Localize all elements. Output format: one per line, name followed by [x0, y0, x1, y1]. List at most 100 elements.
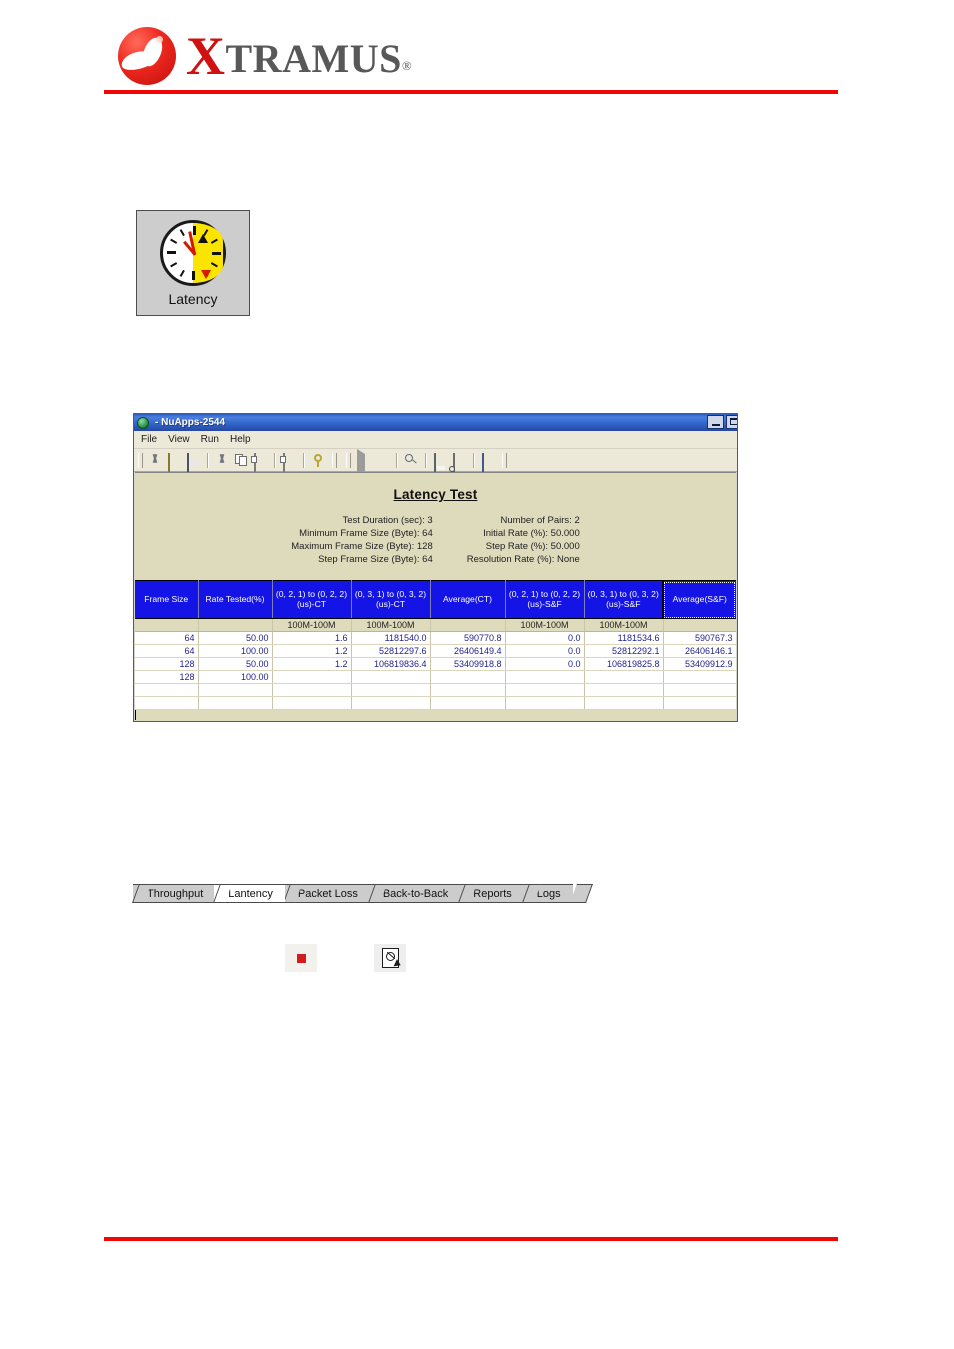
grid-cell[interactable] — [663, 683, 736, 697]
grid-cell[interactable] — [505, 696, 585, 710]
grid-cell[interactable]: 100.00 — [198, 644, 273, 658]
latency-icon-button[interactable]: Latency — [136, 210, 250, 316]
grid-cell[interactable]: 0.0 — [505, 657, 585, 671]
grid-cell[interactable] — [272, 683, 352, 697]
print-button[interactable] — [431, 451, 450, 472]
toolbar-grip[interactable] — [346, 452, 351, 468]
grid-cell[interactable] — [584, 670, 664, 684]
grid-cell[interactable]: 1.2 — [272, 657, 352, 671]
grid-cell[interactable]: 1.2 — [272, 644, 352, 658]
table-row[interactable]: 128 50.00 1.2 106819836.4 53409918.8 0.0… — [135, 657, 736, 671]
run-button[interactable] — [354, 448, 373, 476]
param-step-frame-size: Step Frame Size (Byte): 64 — [318, 554, 433, 565]
grid-cell[interactable]: 53409918.8 — [430, 657, 506, 671]
grid-cell[interactable]: 590767.3 — [663, 631, 736, 645]
grid-cell[interactable]: 26406146.1 — [663, 644, 736, 658]
minimize-button[interactable] — [707, 415, 724, 429]
grid-cell[interactable]: 52812292.1 — [584, 644, 664, 658]
grid-cell[interactable] — [272, 696, 352, 710]
grid-cell[interactable] — [584, 696, 664, 710]
menu-item-file[interactable]: File — [141, 434, 157, 445]
grid-cell[interactable]: 64 — [135, 631, 199, 645]
toolbar-grip[interactable] — [502, 452, 507, 468]
grid-header-average-snf[interactable]: Average(S&F) — [662, 580, 736, 619]
tab-logs[interactable]: Logs — [522, 884, 573, 903]
cut-button[interactable] — [213, 451, 232, 469]
menu-item-help[interactable]: Help — [230, 434, 251, 445]
tab-packet-loss[interactable]: Packet Loss — [283, 884, 370, 903]
table-row[interactable] — [135, 696, 736, 710]
grid-cell[interactable] — [198, 696, 273, 710]
grid-cell[interactable] — [351, 696, 431, 710]
grid-cell[interactable] — [135, 683, 199, 697]
help-button[interactable] — [309, 451, 328, 469]
grid-header-rate-tested[interactable]: Rate Tested(%) — [198, 580, 273, 619]
menu-item-run[interactable]: Run — [201, 434, 219, 445]
grid-cell[interactable]: 590770.8 — [430, 631, 506, 645]
grid-cell[interactable] — [663, 670, 736, 684]
print-preview-button[interactable] — [450, 451, 469, 472]
table-row[interactable] — [135, 683, 736, 697]
grid-cell[interactable]: 50.00 — [198, 657, 273, 671]
grid-header-pair-0-2-snf[interactable]: (0, 2, 1) to (0, 2, 2) (us)-S&F — [505, 580, 585, 619]
toolbar-grip[interactable] — [138, 452, 143, 468]
maximize-button[interactable] — [726, 415, 737, 429]
grid-cell[interactable] — [505, 683, 585, 697]
grid-header-pair-0-3-ct[interactable]: (0, 3, 1) to (0, 3, 2) (us)-CT — [351, 580, 431, 619]
grid-cell[interactable]: 0.0 — [505, 631, 585, 645]
grid-cell[interactable]: 128 — [135, 670, 199, 684]
grid-cell[interactable] — [351, 670, 431, 684]
tab-reports[interactable]: Reports — [459, 884, 524, 903]
grid-cell[interactable] — [584, 683, 664, 697]
table-row[interactable]: 64 100.00 1.2 52812297.6 26406149.4 0.0 … — [135, 644, 736, 658]
copy-button[interactable] — [232, 451, 251, 469]
menu-item-view[interactable]: View — [168, 434, 190, 445]
grid-cell[interactable]: 128 — [135, 657, 199, 671]
save-button[interactable] — [184, 451, 203, 472]
grid-cell[interactable] — [505, 670, 585, 684]
grid-cell[interactable]: 106819836.4 — [351, 657, 431, 671]
open-button[interactable] — [165, 451, 184, 472]
tab-lantency[interactable]: Lantency — [214, 884, 285, 903]
paste-button[interactable] — [251, 451, 270, 472]
nuapps-globe-icon[interactable] — [137, 416, 149, 429]
logo-wordmark: XTRAMUS® — [186, 29, 412, 83]
grid-cell[interactable]: 50.00 — [198, 631, 273, 645]
new-button[interactable] — [146, 451, 165, 469]
grid-cell[interactable] — [272, 670, 352, 684]
table-row[interactable]: 128 100.00 — [135, 670, 736, 684]
properties-button[interactable] — [280, 451, 299, 472]
tab-throughput[interactable]: Throughput — [133, 884, 216, 903]
tab-back-to-back[interactable]: Back-to-Back — [368, 884, 461, 903]
logo-registered-mark: ® — [401, 58, 413, 73]
stop-button[interactable] — [373, 451, 392, 469]
zoom-button[interactable] — [402, 451, 421, 469]
window-titlebar[interactable]: - NuApps-2544 — [134, 414, 737, 431]
table-row[interactable]: 64 50.00 1.6 1181540.0 590770.8 0.0 1181… — [135, 631, 736, 645]
grid-cell[interactable]: 1181540.0 — [351, 631, 431, 645]
grid-cell[interactable]: 53409912.9 — [663, 657, 736, 671]
grid-header-pair-0-2-ct[interactable]: (0, 2, 1) to (0, 2, 2) (us)-CT — [272, 580, 352, 619]
grid-cell[interactable] — [430, 670, 506, 684]
grid-cell[interactable] — [351, 683, 431, 697]
grid-header-frame-size[interactable]: Frame Size — [135, 580, 199, 619]
grid-cell[interactable] — [135, 696, 199, 710]
grid-cell[interactable] — [663, 696, 736, 710]
stop-test-button[interactable] — [285, 944, 317, 972]
grid-cell[interactable] — [430, 683, 506, 697]
toolbar-grip[interactable] — [332, 452, 337, 468]
grid-view-button[interactable] — [479, 451, 498, 472]
grid-header-average-ct[interactable]: Average(CT) — [430, 580, 506, 619]
grid-cell[interactable] — [198, 683, 273, 697]
grid-cell[interactable]: 1.6 — [272, 631, 352, 645]
grid-cell[interactable]: 0.0 — [505, 644, 585, 658]
report-preview-button[interactable] — [374, 944, 406, 972]
grid-cell[interactable]: 1181534.6 — [584, 631, 664, 645]
grid-cell[interactable]: 52812297.6 — [351, 644, 431, 658]
grid-header-pair-0-3-snf[interactable]: (0, 3, 1) to (0, 3, 2) (us)-S&F — [584, 580, 664, 619]
grid-cell[interactable]: 106819825.8 — [584, 657, 664, 671]
grid-cell[interactable] — [430, 696, 506, 710]
grid-cell[interactable]: 100.00 — [198, 670, 273, 684]
grid-cell[interactable]: 64 — [135, 644, 199, 658]
grid-cell[interactable]: 26406149.4 — [430, 644, 506, 658]
